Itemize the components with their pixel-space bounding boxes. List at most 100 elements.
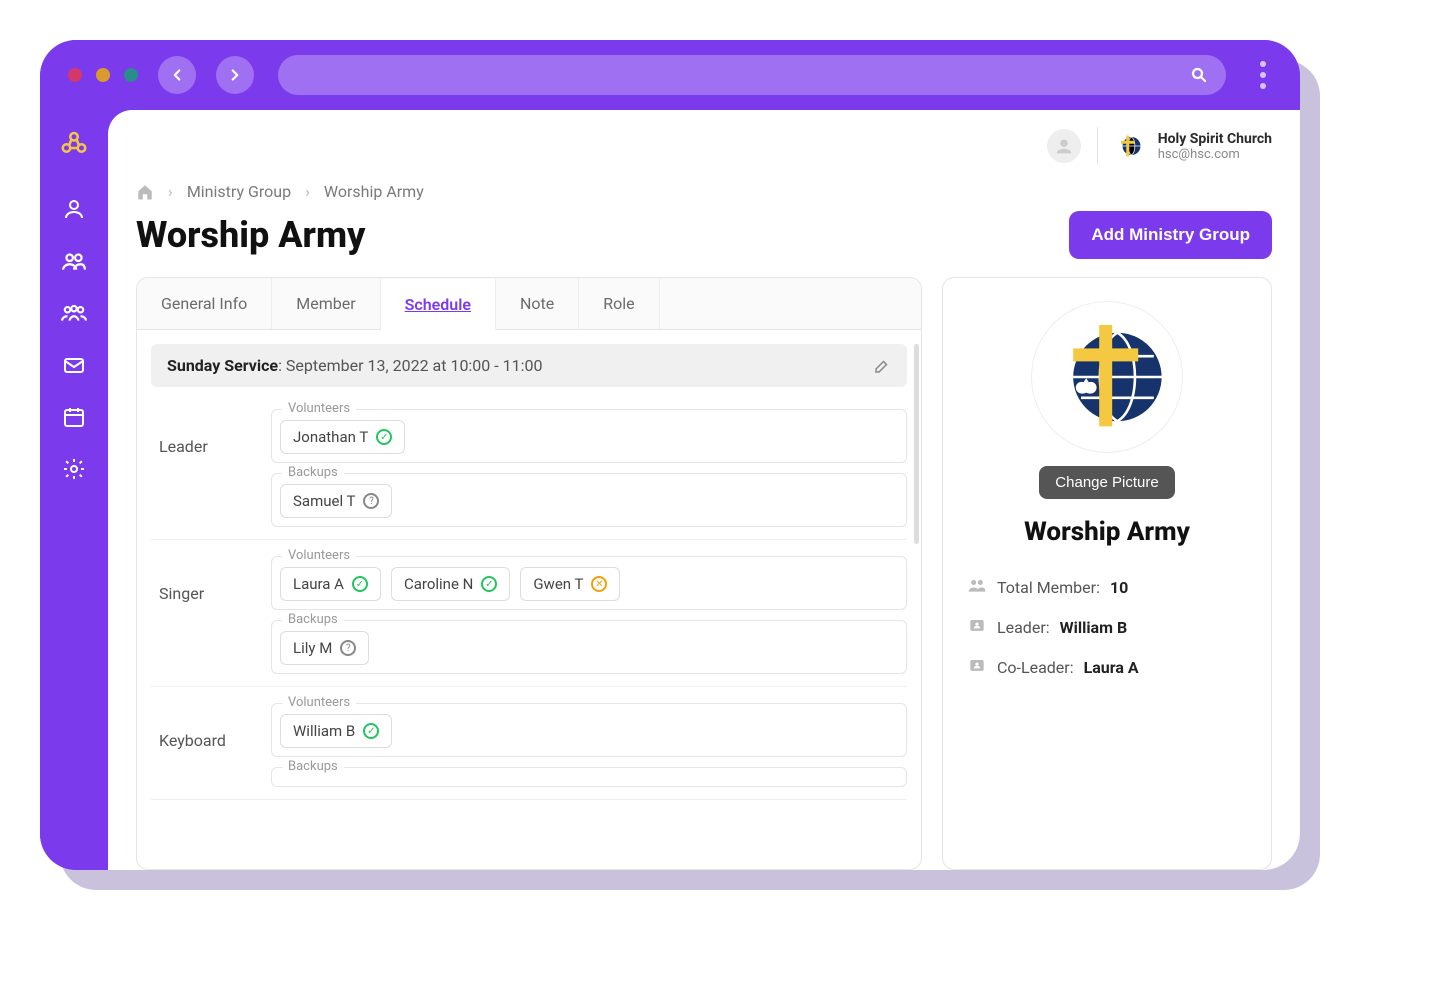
breadcrumb: › Ministry Group › Worship Army xyxy=(136,182,1272,201)
org-logo-icon xyxy=(1114,130,1146,162)
sidebar-item-people[interactable] xyxy=(61,248,87,274)
fieldset-label: Volunteers xyxy=(282,695,356,710)
status-icon: ✓ xyxy=(376,429,392,445)
volunteer-name: Laura A xyxy=(293,575,344,593)
volunteer-name: Lily M xyxy=(293,639,332,657)
app-logo-icon[interactable] xyxy=(59,128,89,158)
status-icon: ✓ xyxy=(363,723,379,739)
address-bar[interactable] xyxy=(278,55,1226,95)
change-picture-button[interactable]: Change Picture xyxy=(1039,466,1174,499)
volunteer-chip[interactable]: Jonathan T ✓ xyxy=(280,420,405,454)
calendar-icon xyxy=(62,405,86,429)
sidebar-item-settings[interactable] xyxy=(61,456,87,482)
org-block[interactable]: Holy Spirit Church hsc@hsc.com xyxy=(1114,130,1272,162)
sidebar xyxy=(40,110,108,870)
volunteer-chip[interactable]: Gwen T ✕ xyxy=(520,567,620,601)
app-body: Holy Spirit Church hsc@hsc.com › Ministr… xyxy=(40,110,1300,870)
arrow-left-icon xyxy=(168,66,186,84)
topbar: Holy Spirit Church hsc@hsc.com xyxy=(108,110,1300,182)
tab-member[interactable]: Member xyxy=(272,278,380,329)
group-logo xyxy=(1032,302,1182,452)
maximize-window-dot[interactable] xyxy=(124,68,138,82)
service-time: September 13, 2022 at 10:00 - 11:00 xyxy=(286,356,543,375)
role-row: Singer Volunteers Laura A ✓ Caroline N ✓… xyxy=(151,540,907,687)
org-name: Holy Spirit Church xyxy=(1158,131,1272,147)
main: › Ministry Group › Worship Army Worship … xyxy=(108,182,1300,870)
status-icon: ✓ xyxy=(481,576,497,592)
stat-value: William B xyxy=(1060,618,1128,637)
role-body: Volunteers William B ✓ Backups xyxy=(271,687,907,799)
role-label: Singer xyxy=(151,540,271,686)
chevron-right-icon: › xyxy=(168,182,173,201)
sidebar-item-groups[interactable] xyxy=(61,300,87,326)
stat-label: Leader: xyxy=(997,618,1050,637)
sidebar-item-person[interactable] xyxy=(61,196,87,222)
volunteer-chip[interactable]: Caroline N ✓ xyxy=(391,567,510,601)
volunteer-chip[interactable]: Lily M ? xyxy=(280,631,369,665)
role-body: Volunteers Laura A ✓ Caroline N ✓ Gwen T… xyxy=(271,540,907,686)
search-icon xyxy=(1190,66,1208,84)
browser-menu-button[interactable] xyxy=(1254,61,1272,89)
tab-note[interactable]: Note xyxy=(496,278,579,329)
role-row: Leader Volunteers Jonathan T ✓ Backups S… xyxy=(151,393,907,540)
minimize-window-dot[interactable] xyxy=(96,68,110,82)
volunteer-name: Gwen T xyxy=(533,575,583,593)
columns: General Info Member Schedule Note Role S… xyxy=(136,277,1272,870)
volunteer-name: Caroline N xyxy=(404,575,473,593)
fieldset-label: Volunteers xyxy=(282,401,356,416)
close-window-dot[interactable] xyxy=(68,68,82,82)
home-icon[interactable] xyxy=(136,183,154,201)
role-label: Keyboard xyxy=(151,687,271,799)
fieldset-label: Backups xyxy=(282,465,344,480)
volunteer-name: Jonathan T xyxy=(293,428,368,446)
sidebar-item-calendar[interactable] xyxy=(61,404,87,430)
stat-coleader: Co-Leader: Laura A xyxy=(963,647,1251,687)
edit-icon[interactable] xyxy=(873,357,891,375)
breadcrumb-level1[interactable]: Ministry Group xyxy=(187,182,291,201)
avatar-icon xyxy=(1053,135,1075,157)
content-area: Holy Spirit Church hsc@hsc.com › Ministr… xyxy=(108,110,1300,870)
browser-frame: Holy Spirit Church hsc@hsc.com › Ministr… xyxy=(40,40,1300,870)
stat-total-members: Total Member: 10 xyxy=(963,567,1251,607)
role-body: Volunteers Jonathan T ✓ Backups Samuel T… xyxy=(271,393,907,539)
schedule-body: Sunday Service: September 13, 2022 at 10… xyxy=(137,330,921,869)
left-panel: General Info Member Schedule Note Role S… xyxy=(136,277,922,870)
tab-schedule[interactable]: Schedule xyxy=(381,279,496,330)
person-icon xyxy=(62,197,86,221)
tab-role[interactable]: Role xyxy=(579,278,659,329)
role-label: Leader xyxy=(151,393,271,539)
breadcrumb-level2[interactable]: Worship Army xyxy=(324,182,424,201)
backups-fieldset: Backups Lily M ? xyxy=(271,620,907,674)
add-ministry-group-button[interactable]: Add Ministry Group xyxy=(1069,211,1272,259)
backups-fieldset: Backups Samuel T ? xyxy=(271,473,907,527)
group-name: Worship Army xyxy=(1024,517,1190,547)
volunteer-chip[interactable]: Laura A ✓ xyxy=(280,567,381,601)
volunteers-fieldset: Volunteers Jonathan T ✓ xyxy=(271,409,907,463)
status-icon: ✓ xyxy=(352,576,368,592)
role-row: Keyboard Volunteers William B ✓ Backups xyxy=(151,687,907,800)
volunteer-name: William B xyxy=(293,722,355,740)
scrollbar[interactable] xyxy=(914,344,919,544)
tab-general-info[interactable]: General Info xyxy=(137,278,272,329)
people-icon xyxy=(61,248,87,274)
right-panel: Change Picture Worship Army Total Member… xyxy=(942,277,1272,870)
service-header: Sunday Service: September 13, 2022 at 10… xyxy=(151,344,907,387)
stat-value: Laura A xyxy=(1084,658,1139,677)
user-avatar[interactable] xyxy=(1047,129,1081,163)
volunteer-name: Samuel T xyxy=(293,492,355,510)
volunteer-chip[interactable]: William B ✓ xyxy=(280,714,392,748)
stat-label: Total Member: xyxy=(997,578,1100,597)
arrow-right-icon xyxy=(226,66,244,84)
mail-icon xyxy=(62,353,86,377)
sidebar-item-mail[interactable] xyxy=(61,352,87,378)
browser-back-button[interactable] xyxy=(158,56,196,94)
volunteer-chip[interactable]: Samuel T ? xyxy=(280,484,392,518)
badge-icon xyxy=(967,655,987,679)
title-row: Worship Army Add Ministry Group xyxy=(136,211,1272,259)
browser-forward-button[interactable] xyxy=(216,56,254,94)
status-icon: ? xyxy=(363,493,379,509)
chevron-right-icon: › xyxy=(305,182,310,201)
badge-icon xyxy=(967,615,987,639)
backups-fieldset: Backups xyxy=(271,767,907,787)
volunteers-fieldset: Volunteers Laura A ✓ Caroline N ✓ Gwen T… xyxy=(271,556,907,610)
